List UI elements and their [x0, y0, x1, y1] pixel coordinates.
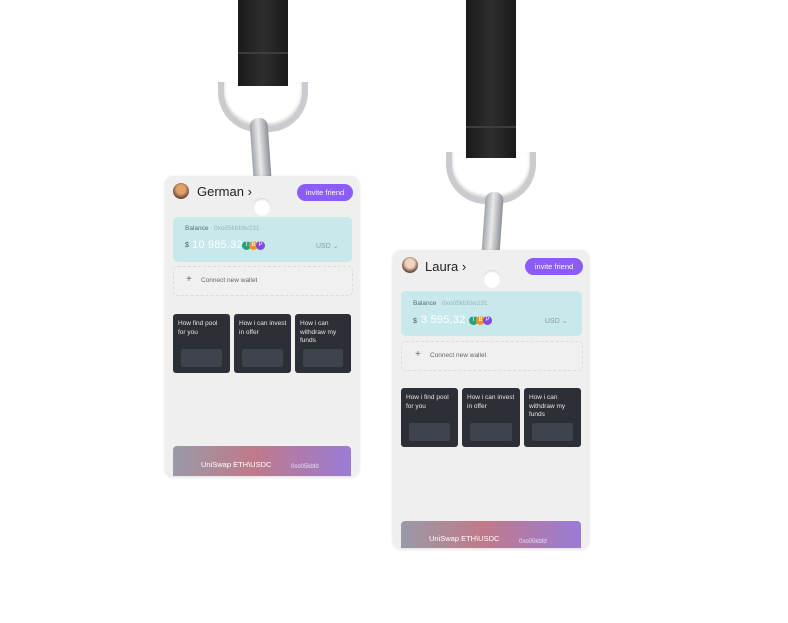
wallet-address: 0xo05kbfdw231: [442, 300, 488, 307]
pool-title: UniSwap ETH\USDC: [429, 534, 500, 543]
help-tile[interactable]: How find pool for you: [173, 314, 230, 373]
tile-illustration: [409, 423, 450, 441]
help-tile[interactable]: How i can withdraw my funds: [524, 388, 581, 447]
help-tile[interactable]: How i can invest in offer: [462, 388, 520, 447]
polygon-token-icon: P: [483, 316, 492, 325]
connect-wallet-button[interactable]: + Connect new wallet: [173, 266, 353, 296]
tile-illustration: [242, 349, 283, 367]
badge-card: German › invite friend Balance 0xo05kbfd…: [165, 176, 359, 476]
balance-amount: 10 985.32: [192, 239, 243, 251]
connect-wallet-label: Connect new wallet: [430, 352, 487, 359]
wallet-address: 0xo05kbfdw231: [214, 225, 260, 232]
balance-label: Balance: [185, 225, 209, 232]
help-tile[interactable]: How i can invest in offer: [234, 314, 291, 373]
help-tile-label: How i can invest in offer: [239, 320, 287, 336]
badge-card: Laura › invite friend Balance 0xo05kbfdw…: [393, 250, 589, 548]
balance-card[interactable]: Balance 0xo05kbfdw231 $ 10 985.32 T B P …: [173, 217, 352, 262]
help-tile-label: How i can withdraw my funds: [529, 394, 566, 418]
help-tile[interactable]: How i find pool for you: [401, 388, 458, 447]
tile-illustration: [470, 423, 512, 441]
invite-friend-button[interactable]: invite friend: [525, 258, 583, 275]
balance-label: Balance: [413, 300, 437, 307]
polygon-token-icon: P: [256, 241, 265, 250]
plus-icon: +: [415, 349, 421, 360]
chevron-down-icon: ⌄: [561, 318, 568, 325]
pool-title: UniSwap ETH\USDC: [201, 460, 272, 469]
pool-address: 0xo05kbfd: [519, 539, 547, 545]
connect-wallet-button[interactable]: + Connect new wallet: [401, 341, 583, 371]
balance-card[interactable]: Balance 0xo05kbfdw231 $ 3 595.32 T B P U…: [401, 291, 582, 336]
chevron-right-icon: ›: [247, 184, 252, 199]
chevron-right-icon: ›: [461, 259, 467, 274]
currency-symbol: $: [185, 242, 189, 249]
plus-icon: +: [186, 274, 192, 285]
punch-hole: [253, 198, 271, 216]
balance-amount: 3 595.32: [421, 314, 466, 326]
tile-illustration: [303, 349, 343, 367]
user-avatar[interactable]: [402, 257, 418, 273]
currency-symbol: $: [413, 318, 417, 325]
help-tile[interactable]: How i can withdraw my funds: [295, 314, 351, 373]
chevron-down-icon: ⌄: [332, 243, 339, 250]
pool-address: 0xo05kbfd: [291, 464, 319, 470]
lanyard-strap: [238, 0, 288, 86]
user-name[interactable]: Laura ›: [425, 259, 466, 274]
help-tile-label: How find pool for you: [178, 320, 218, 336]
user-name[interactable]: German ›: [197, 184, 252, 199]
help-tile-label: How i find pool for you: [406, 394, 449, 410]
pool-card[interactable]: UniSwap ETH\USDC 0xo05kbfd: [173, 446, 351, 476]
tile-illustration: [181, 349, 222, 367]
user-avatar[interactable]: [173, 183, 189, 199]
lanyard-strap: [466, 0, 516, 158]
invite-friend-button[interactable]: invite friend: [297, 184, 353, 201]
currency-select[interactable]: USD ⌄: [316, 242, 339, 250]
help-tile-label: How i can withdraw my funds: [300, 320, 337, 344]
help-tile-label: How i can invest in offer: [467, 394, 515, 410]
currency-select[interactable]: USD ⌄: [545, 317, 568, 325]
tile-illustration: [532, 423, 573, 441]
punch-hole: [483, 270, 501, 288]
pool-card[interactable]: UniSwap ETH\USDC 0xo05kbfd: [401, 521, 581, 548]
connect-wallet-label: Connect new wallet: [201, 277, 258, 284]
